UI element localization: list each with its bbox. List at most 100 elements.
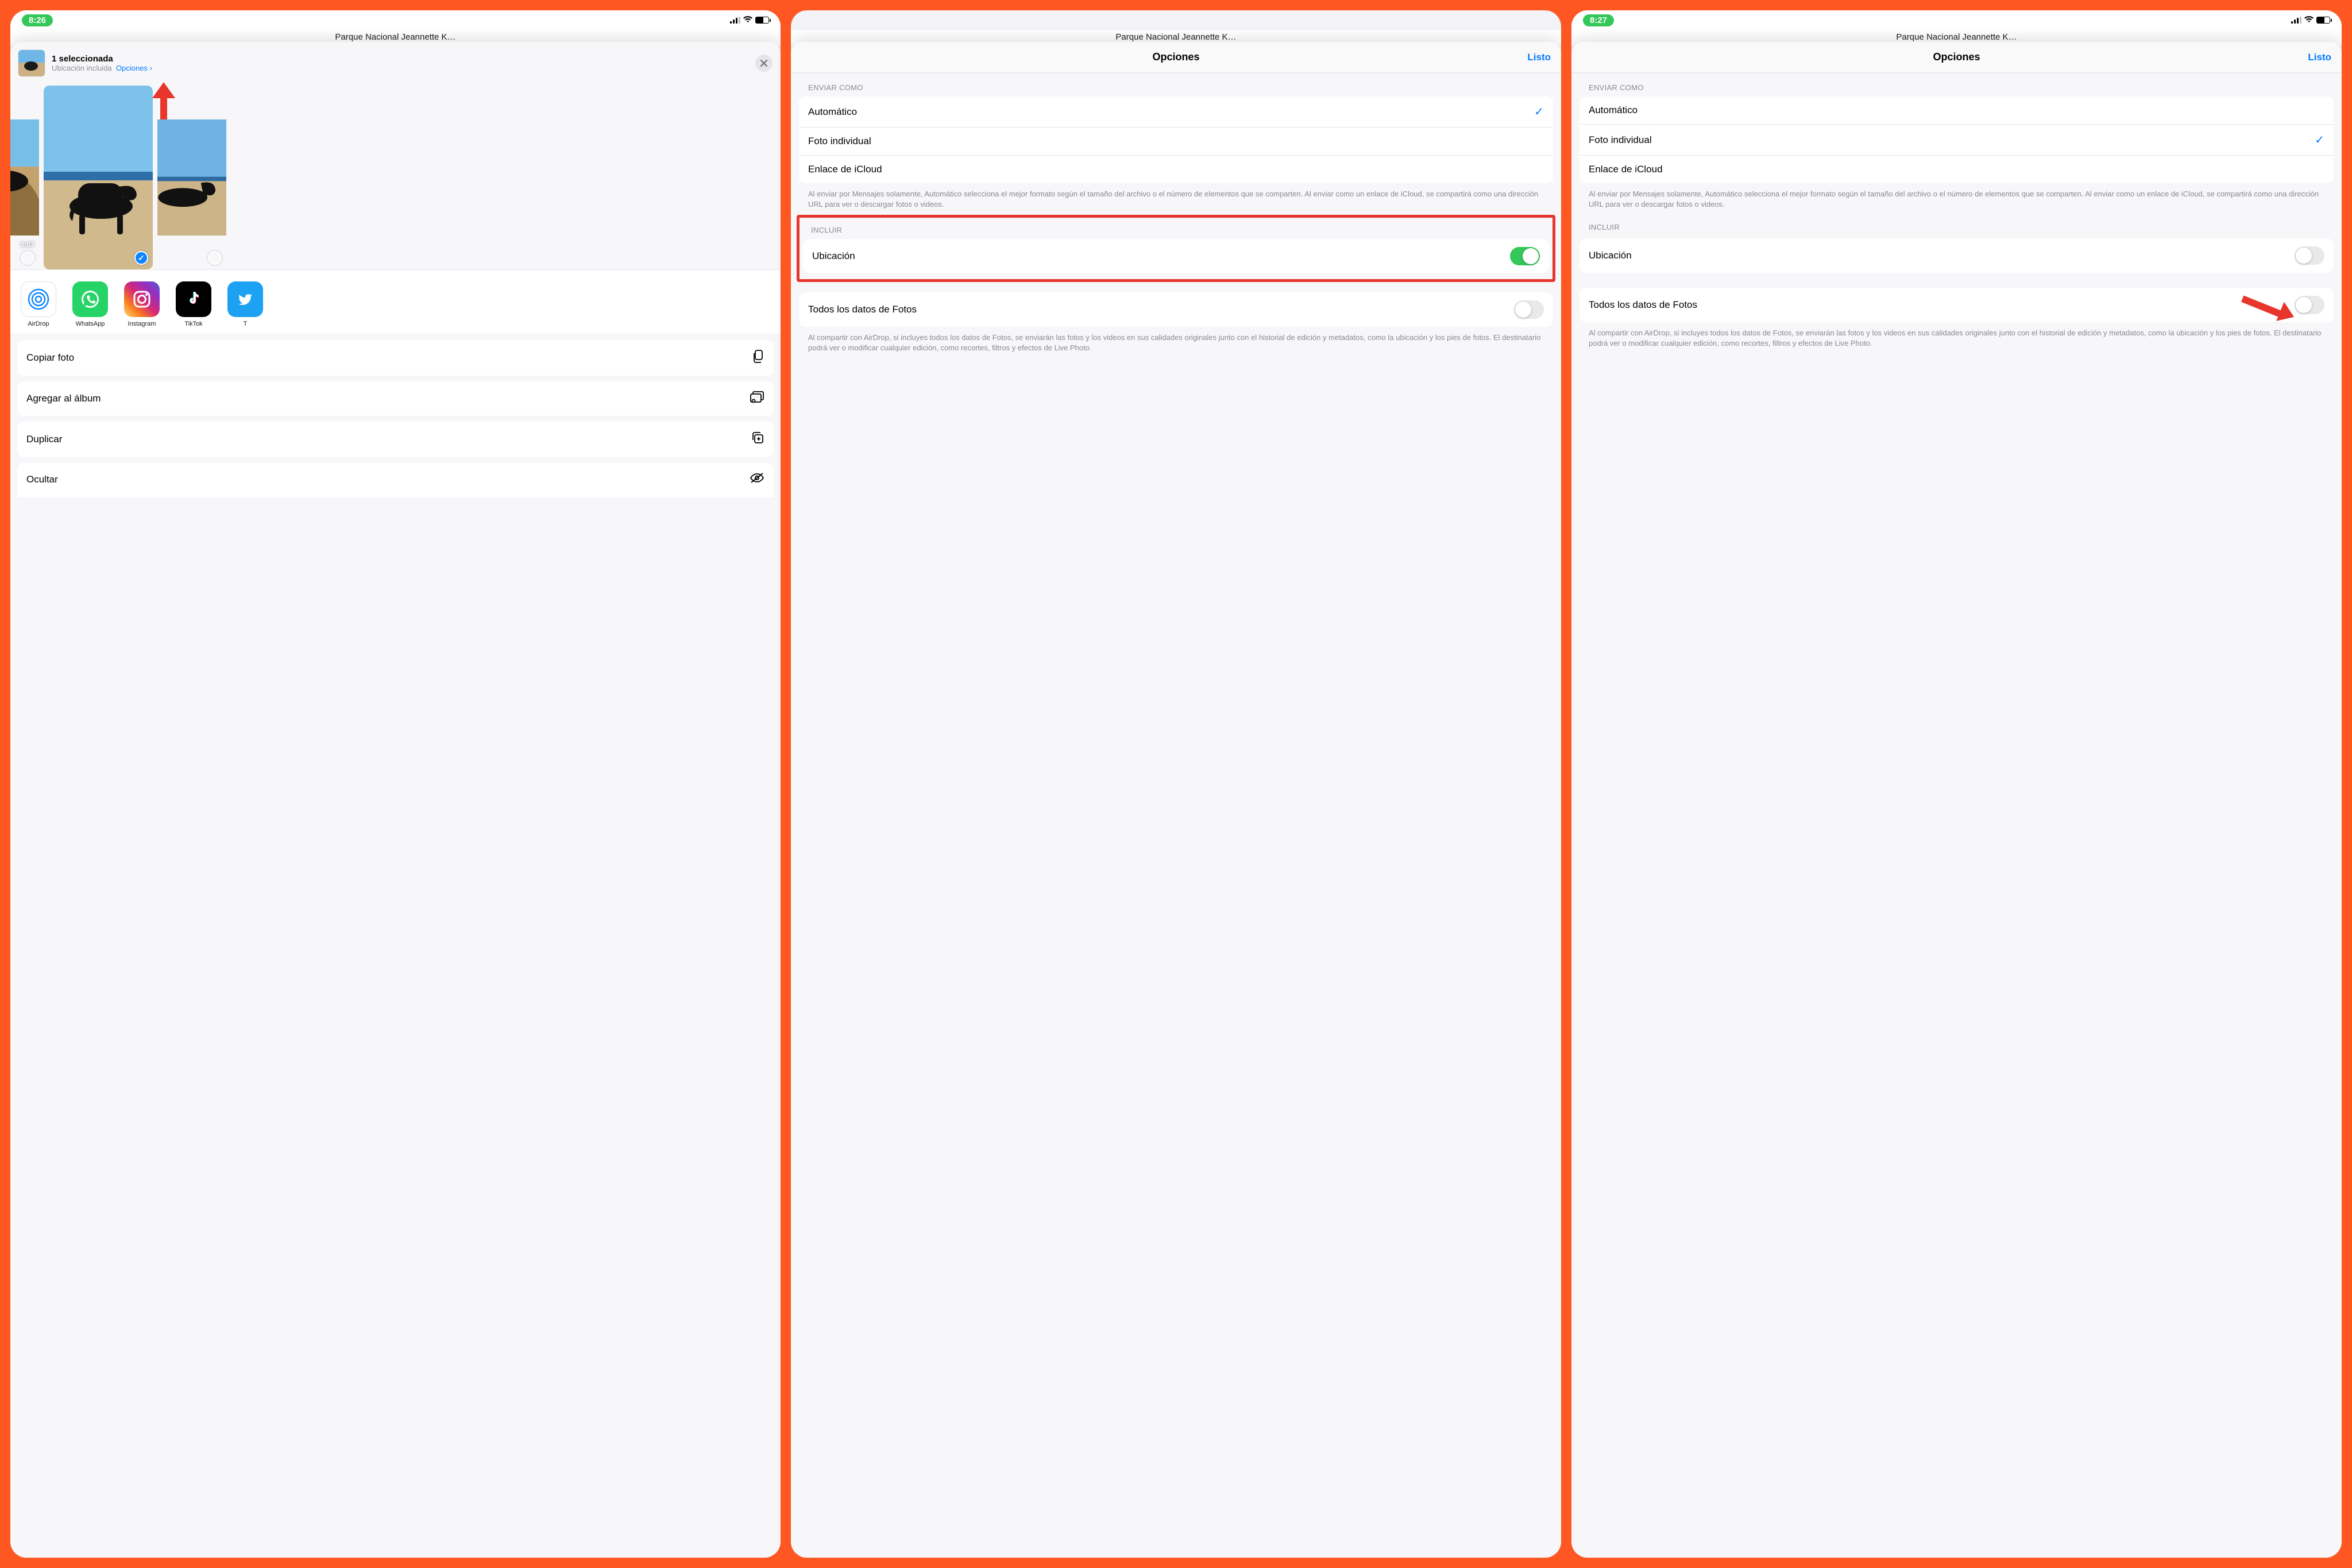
share-app-twitter-partial[interactable]: T — [227, 281, 263, 327]
share-app-instagram[interactable]: Instagram — [124, 281, 160, 327]
selection-indicator[interactable] — [208, 251, 222, 265]
checkmark-icon: ✓ — [2315, 133, 2324, 147]
airdrop-icon — [21, 281, 56, 317]
all-photos-data-toggle[interactable] — [2295, 296, 2324, 314]
battery-icon — [2316, 17, 2330, 24]
include-location-group: Ubicación — [803, 239, 1549, 273]
cell-label: Ubicación — [812, 250, 855, 262]
selected-photo-thumbnail — [18, 50, 45, 76]
twitter-icon — [227, 281, 263, 317]
cell-label: Foto individual — [808, 136, 871, 147]
share-header: 1 seleccionada Ubicación incluida Opcion… — [10, 42, 781, 86]
copy-icon — [752, 349, 764, 366]
status-time: 8:26 — [22, 14, 53, 26]
send-as-group: Automático Foto individual ✓ Enlace de i… — [1579, 96, 2334, 183]
send-as-icloud[interactable]: Enlace de iCloud — [1579, 156, 2334, 183]
section-include-label: INCLUIR — [800, 218, 1552, 239]
options-header: Opciones Listo — [1571, 42, 2342, 73]
options-title: Opciones — [1152, 51, 1199, 63]
instagram-icon — [124, 281, 160, 317]
selected-count-label: 1 seleccionada — [52, 54, 748, 64]
send-as-footer: Al enviar por Mensajes solamente, Automá… — [1571, 183, 2342, 213]
status-bar: 8:26 — [10, 10, 781, 30]
send-as-auto[interactable]: Automático — [1579, 96, 2334, 125]
duplicate-icon — [751, 431, 764, 448]
video-duration-label: 0:07 — [21, 241, 34, 249]
all-data-footer: Al compartir con AirDrop, si incluyes to… — [791, 327, 1561, 356]
all-photos-data-toggle[interactable] — [1514, 300, 1544, 319]
checkmark-icon: ✓ — [1534, 105, 1544, 119]
action-duplicate[interactable]: Duplicar — [17, 422, 774, 457]
cell-label: Enlace de iCloud — [808, 164, 882, 175]
cell-label: Automático — [1589, 105, 1637, 116]
options-sheet: Opciones Listo ENVIAR COMO Automático ✓ … — [791, 42, 1561, 1558]
app-label: Instagram — [124, 320, 160, 327]
send-as-auto[interactable]: Automático ✓ — [799, 96, 1553, 128]
chevron-right-icon: › — [150, 64, 152, 72]
screenshot-options-location-off: 8:27 Parque Nacional Jeannette K… Opcion… — [1571, 10, 2342, 1558]
photo-thumb-next[interactable] — [157, 86, 226, 269]
app-label: AirDrop — [21, 320, 56, 327]
send-as-group: Automático ✓ Foto individual Enlace de i… — [799, 96, 1553, 183]
share-app-airdrop[interactable]: AirDrop — [21, 281, 56, 327]
status-time: 8:27 — [1583, 14, 1614, 26]
selection-indicator-checked[interactable] — [134, 251, 148, 265]
include-location-row: Ubicación — [1579, 238, 2334, 273]
action-label: Ocultar — [26, 474, 58, 485]
send-as-individual[interactable]: Foto individual — [799, 128, 1553, 156]
cell-label: Todos los datos de Fotos — [808, 304, 917, 315]
battery-icon — [755, 17, 769, 24]
section-send-as-label: ENVIAR COMO — [791, 73, 1561, 96]
action-hide[interactable]: Ocultar — [17, 463, 774, 497]
status-icons — [730, 16, 769, 25]
cell-label: Automático — [808, 106, 857, 118]
all-data-footer: Al compartir con AirDrop, si incluyes to… — [1571, 322, 2342, 352]
done-button[interactable]: Listo — [2308, 52, 2331, 63]
share-app-whatsapp[interactable]: WhatsApp — [72, 281, 108, 327]
wifi-icon — [2304, 16, 2314, 25]
photo-thumb-selected[interactable] — [44, 86, 153, 269]
action-label: Duplicar — [26, 434, 62, 445]
include-all-data-row: Todos los datos de Fotos — [1579, 288, 2334, 322]
include-all-data-group: Todos los datos de Fotos — [1579, 288, 2334, 322]
send-as-individual[interactable]: Foto individual ✓ — [1579, 125, 2334, 156]
annotation-highlight-box: INCLUIR Ubicación — [797, 215, 1555, 282]
send-as-footer: Al enviar por Mensajes solamente, Automá… — [791, 183, 1561, 213]
section-send-as-label: ENVIAR COMO — [1571, 73, 2342, 96]
photo-thumb-video[interactable]: 0:07 — [10, 86, 39, 269]
done-button[interactable]: Listo — [1527, 52, 1551, 63]
action-copy-photo[interactable]: Copiar foto — [17, 340, 774, 376]
action-label: Agregar al álbum — [26, 393, 101, 404]
location-included-label: Ubicación incluida — [52, 64, 112, 72]
cellular-icon — [2291, 17, 2301, 24]
action-add-to-album[interactable]: Agregar al álbum — [17, 381, 774, 416]
whatsapp-icon — [72, 281, 108, 317]
include-all-data-row: Todos los datos de Fotos — [799, 292, 1553, 327]
photo-carousel[interactable]: 0:07 — [10, 86, 781, 269]
include-location-group: Ubicación — [1579, 238, 2334, 273]
cell-label: Foto individual — [1589, 134, 1652, 146]
send-as-icloud[interactable]: Enlace de iCloud — [799, 156, 1553, 183]
share-options-link[interactable]: Opciones › — [116, 64, 152, 72]
screenshot-options-location-on: .. Parque Nacional Jeannette K… Opciones… — [791, 10, 1561, 1558]
close-icon — [760, 60, 767, 67]
status-icons — [2291, 16, 2330, 25]
wifi-icon — [743, 16, 753, 25]
location-toggle-off[interactable] — [2295, 246, 2324, 265]
status-bar: 8:27 — [1571, 10, 2342, 30]
close-button[interactable] — [755, 55, 773, 72]
include-location-row: Ubicación — [803, 239, 1549, 273]
share-apps-row[interactable]: AirDrop WhatsApp Instagram TikTok — [10, 269, 781, 333]
hide-icon — [750, 472, 764, 487]
options-sheet: Opciones Listo ENVIAR COMO Automático Fo… — [1571, 42, 2342, 1558]
location-toggle-on[interactable] — [1510, 247, 1540, 265]
include-all-data-group: Todos los datos de Fotos — [799, 292, 1553, 327]
options-header: Opciones Listo — [791, 42, 1561, 73]
share-sheet: 1 seleccionada Ubicación incluida Opcion… — [10, 42, 781, 1558]
share-actions-list: Copiar foto Agregar al álbum Duplicar Oc… — [10, 333, 781, 497]
app-label: TikTok — [176, 320, 211, 327]
selection-indicator[interactable] — [21, 251, 34, 265]
options-title: Opciones — [1933, 51, 1980, 63]
share-app-tiktok[interactable]: TikTok — [176, 281, 211, 327]
add-to-album-icon — [750, 391, 764, 407]
